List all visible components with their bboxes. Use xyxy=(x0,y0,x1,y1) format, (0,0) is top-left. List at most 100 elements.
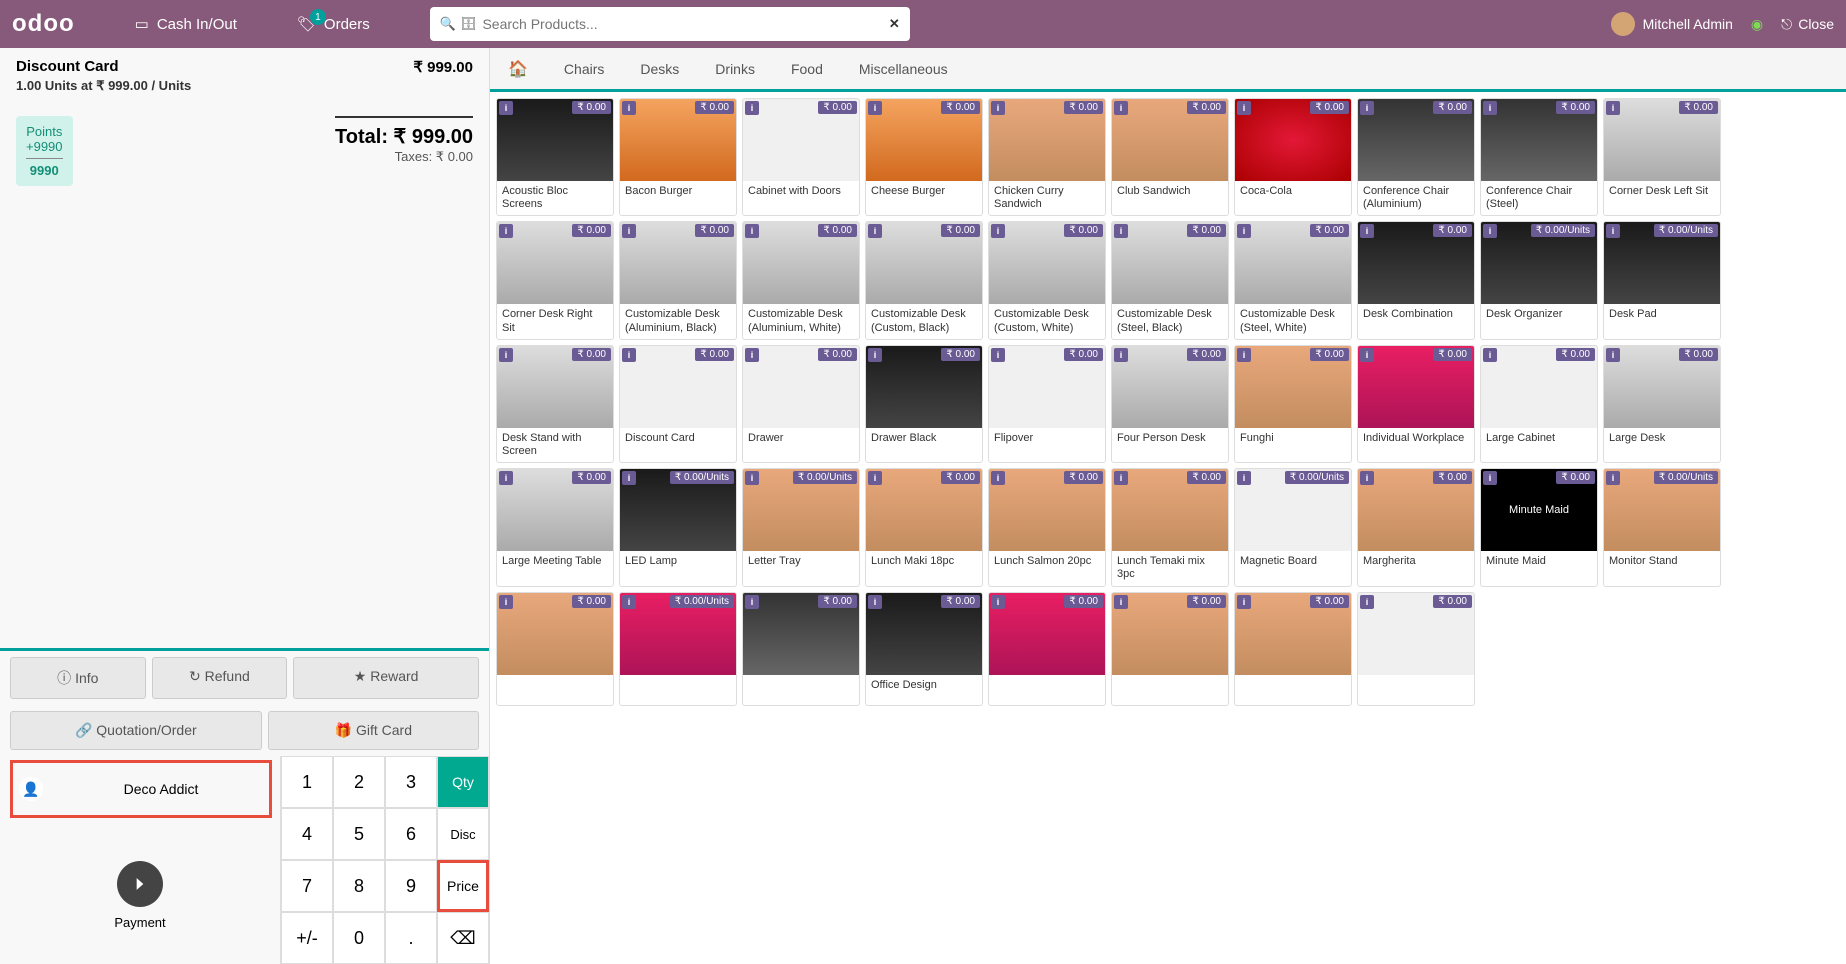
key-2[interactable]: 2 xyxy=(333,756,385,808)
product-card[interactable]: i₹ 0.00Acoustic Bloc Screens xyxy=(496,98,614,216)
info-icon[interactable]: i xyxy=(1360,471,1374,485)
product-card[interactable]: i₹ 0.00Desk Stand with Screen xyxy=(496,345,614,463)
info-icon[interactable]: i xyxy=(622,101,636,115)
product-card[interactable]: i₹ 0.00Conference Chair (Aluminium) xyxy=(1357,98,1475,216)
product-card[interactable]: i₹ 0.00Conference Chair (Steel) xyxy=(1480,98,1598,216)
info-icon[interactable]: i xyxy=(499,101,513,115)
product-card[interactable]: i₹ 0.00 xyxy=(1357,592,1475,706)
key-4[interactable]: 4 xyxy=(281,808,333,860)
cash-in-out-button[interactable]: ▭ Cash In/Out xyxy=(135,15,237,33)
info-icon[interactable]: i xyxy=(868,471,882,485)
quotation-button[interactable]: 🔗 Quotation/Order xyxy=(10,711,262,750)
info-icon[interactable]: i xyxy=(1114,101,1128,115)
info-icon[interactable]: i xyxy=(1114,224,1128,238)
key-disc[interactable]: Disc xyxy=(437,808,489,860)
product-card[interactable]: i₹ 0.00 xyxy=(1234,592,1352,706)
reward-button[interactable]: ★ Reward xyxy=(293,657,479,699)
product-card[interactable]: i₹ 0.00Lunch Temaki mix 3pc xyxy=(1111,468,1229,586)
info-icon[interactable]: i xyxy=(1606,224,1620,238)
product-card[interactable]: i₹ 0.00Funghi xyxy=(1234,345,1352,463)
product-card[interactable]: i₹ 0.00/Units xyxy=(619,592,737,706)
info-icon[interactable]: i xyxy=(745,101,759,115)
category-tab-chairs[interactable]: Chairs xyxy=(546,48,622,89)
order-line[interactable]: Discount Card ₹ 999.00 1.00 Units at ₹ 9… xyxy=(0,48,489,104)
info-icon[interactable]: i xyxy=(1114,471,1128,485)
info-icon[interactable]: i xyxy=(499,595,513,609)
product-card[interactable]: i₹ 0.00Four Person Desk xyxy=(1111,345,1229,463)
key-8[interactable]: 8 xyxy=(333,860,385,912)
info-icon[interactable]: i xyxy=(622,595,636,609)
product-card[interactable]: i₹ 0.00Desk Combination xyxy=(1357,221,1475,339)
giftcard-button[interactable]: 🎁 Gift Card xyxy=(268,711,479,750)
product-card[interactable]: i₹ 0.00/UnitsDesk Organizer xyxy=(1480,221,1598,339)
product-card[interactable]: i₹ 0.00 xyxy=(496,592,614,706)
info-icon[interactable]: i xyxy=(745,348,759,362)
info-icon[interactable]: i xyxy=(868,101,882,115)
info-icon[interactable]: i xyxy=(622,348,636,362)
info-icon[interactable]: i xyxy=(1360,595,1374,609)
product-card[interactable]: i₹ 0.00Lunch Salmon 20pc xyxy=(988,468,1106,586)
info-icon[interactable]: i xyxy=(1483,101,1497,115)
product-card[interactable]: i₹ 0.00Corner Desk Left Sit xyxy=(1603,98,1721,216)
info-icon[interactable]: i xyxy=(499,471,513,485)
category-tab-desks[interactable]: Desks xyxy=(622,48,697,89)
clear-search-icon[interactable]: ✕ xyxy=(889,16,900,32)
info-icon[interactable]: i xyxy=(868,224,882,238)
product-card[interactable]: i₹ 0.00Coca-Cola xyxy=(1234,98,1352,216)
close-button[interactable]: ⎋ Close xyxy=(1781,16,1834,33)
key-1[interactable]: 1 xyxy=(281,756,333,808)
info-icon[interactable]: i xyxy=(1114,595,1128,609)
info-icon[interactable]: i xyxy=(745,224,759,238)
product-card[interactable]: i₹ 0.00Office Design xyxy=(865,592,983,706)
info-icon[interactable]: i xyxy=(1606,471,1620,485)
home-category[interactable]: 🏠 xyxy=(490,48,546,89)
product-card[interactable]: i₹ 0.00/UnitsDesk Pad xyxy=(1603,221,1721,339)
product-card[interactable]: i₹ 0.00Margherita xyxy=(1357,468,1475,586)
info-icon[interactable]: i xyxy=(1114,348,1128,362)
product-card[interactable]: i₹ 0.00Cheese Burger xyxy=(865,98,983,216)
key-3[interactable]: 3 xyxy=(385,756,437,808)
refund-button[interactable]: ↻ Refund xyxy=(152,657,288,699)
info-icon[interactable]: i xyxy=(499,348,513,362)
key-dot[interactable]: . xyxy=(385,912,437,964)
product-card[interactable]: i₹ 0.00Corner Desk Right Sit xyxy=(496,221,614,339)
orders-button[interactable]: 🏷 1 Orders xyxy=(297,15,370,33)
product-card[interactable]: i₹ 0.00Club Sandwich xyxy=(1111,98,1229,216)
product-card[interactable]: i₹ 0.00/UnitsMonitor Stand xyxy=(1603,468,1721,586)
info-icon[interactable]: i xyxy=(1360,224,1374,238)
info-icon[interactable]: i xyxy=(1237,595,1251,609)
info-icon[interactable]: i xyxy=(1360,348,1374,362)
product-card[interactable]: i₹ 0.00Drawer xyxy=(742,345,860,463)
category-tab-miscellaneous[interactable]: Miscellaneous xyxy=(841,48,966,89)
product-card[interactable]: i₹ 0.00Customizable Desk (Custom, Black) xyxy=(865,221,983,339)
info-icon[interactable]: i xyxy=(991,595,1005,609)
info-icon[interactable]: i xyxy=(1237,348,1251,362)
product-card[interactable]: i₹ 0.00Customizable Desk (Aluminium, Whi… xyxy=(742,221,860,339)
product-card[interactable]: i₹ 0.00Individual Workplace xyxy=(1357,345,1475,463)
product-card[interactable]: i₹ 0.00Bacon Burger xyxy=(619,98,737,216)
product-card[interactable]: i₹ 0.00Discount Card xyxy=(619,345,737,463)
product-card[interactable]: Minute Maidi₹ 0.00Minute Maid xyxy=(1480,468,1598,586)
product-card[interactable]: i₹ 0.00Customizable Desk (Steel, White) xyxy=(1234,221,1352,339)
product-card[interactable]: i₹ 0.00Flipover xyxy=(988,345,1106,463)
product-card[interactable]: i₹ 0.00/UnitsLED Lamp xyxy=(619,468,737,586)
product-card[interactable]: i₹ 0.00/UnitsMagnetic Board xyxy=(1234,468,1352,586)
info-icon[interactable]: i xyxy=(991,348,1005,362)
product-card[interactable]: i₹ 0.00Customizable Desk (Custom, White) xyxy=(988,221,1106,339)
info-icon[interactable]: i xyxy=(868,595,882,609)
category-tab-drinks[interactable]: Drinks xyxy=(697,48,773,89)
product-card[interactable]: i₹ 0.00Customizable Desk (Steel, Black) xyxy=(1111,221,1229,339)
info-icon[interactable]: i xyxy=(622,471,636,485)
key-0[interactable]: 0 xyxy=(333,912,385,964)
search-box[interactable]: 🔍 🗄 ✕ xyxy=(430,7,910,41)
info-button[interactable]: ⓘ Info xyxy=(10,657,146,699)
category-tab-food[interactable]: Food xyxy=(773,48,841,89)
key-7[interactable]: 7 xyxy=(281,860,333,912)
key-9[interactable]: 9 xyxy=(385,860,437,912)
info-icon[interactable]: i xyxy=(499,224,513,238)
product-card[interactable]: i₹ 0.00Large Cabinet xyxy=(1480,345,1598,463)
product-card[interactable]: i₹ 0.00 xyxy=(1111,592,1229,706)
info-icon[interactable]: i xyxy=(745,471,759,485)
info-icon[interactable]: i xyxy=(1237,224,1251,238)
info-icon[interactable]: i xyxy=(1360,101,1374,115)
